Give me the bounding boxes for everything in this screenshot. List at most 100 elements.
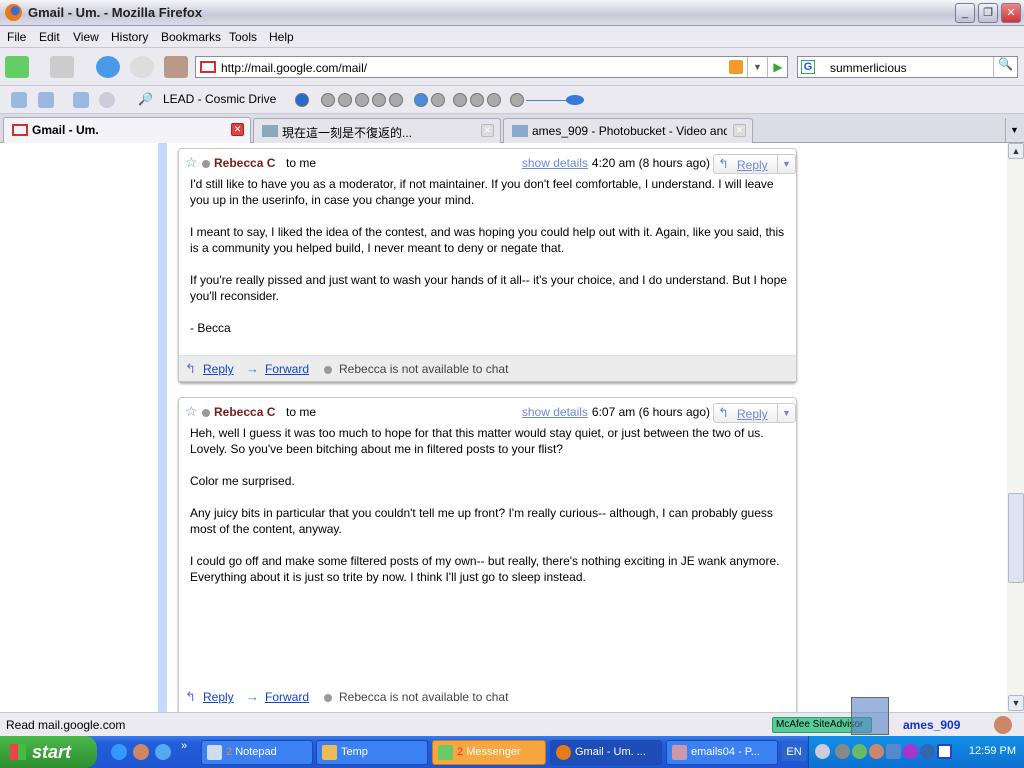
- google-icon[interactable]: G: [801, 60, 815, 74]
- eject-icon[interactable]: [453, 93, 467, 107]
- search-box[interactable]: G summerlicious 🔍: [797, 56, 1018, 78]
- task-notepad[interactable]: 2 Notepad: [201, 740, 313, 765]
- url-dropdown-icon[interactable]: ▼: [747, 57, 767, 77]
- pause-icon[interactable]: [355, 93, 369, 107]
- up-icon[interactable]: [470, 93, 484, 107]
- close-tab-icon[interactable]: ✕: [231, 123, 244, 136]
- volume-icon[interactable]: [510, 93, 524, 107]
- go-icon[interactable]: ▶: [767, 57, 788, 77]
- scroll-down-icon[interactable]: ▼: [1008, 695, 1024, 711]
- mail-icon[interactable]: [937, 744, 952, 759]
- close-tab-icon[interactable]: ✕: [481, 124, 494, 137]
- stop-media-icon[interactable]: [372, 93, 386, 107]
- tab-list-icon[interactable]: ▼: [1005, 118, 1023, 142]
- notepad-icon: [207, 745, 222, 760]
- back-icon[interactable]: [5, 56, 29, 78]
- history-icon[interactable]: [99, 92, 115, 108]
- reply-link[interactable]: Reply: [203, 690, 234, 704]
- message-header[interactable]: ☆ Rebecca C to me show details 6:07 am (6…: [179, 403, 796, 423]
- task-gmail-firefox[interactable]: Gmail - Um. ...: [550, 740, 662, 765]
- task-messenger[interactable]: 2 Messenger: [432, 740, 546, 765]
- quicklaunch-icon[interactable]: [155, 744, 171, 760]
- search-music-icon[interactable]: 🔎: [138, 92, 153, 106]
- scroll-up-icon[interactable]: ▲: [1008, 143, 1024, 159]
- more-options-icon[interactable]: ▼: [777, 404, 795, 422]
- upload-icon[interactable]: [431, 93, 445, 107]
- menu-file[interactable]: File: [7, 30, 26, 44]
- menu-bookmarks[interactable]: Bookmarks: [161, 30, 221, 44]
- restore-button[interactable]: ❐: [978, 3, 998, 23]
- search-icon[interactable]: 🔍: [993, 57, 1017, 77]
- next-icon[interactable]: [389, 93, 403, 107]
- minimize-button[interactable]: _: [955, 3, 975, 23]
- prev-icon[interactable]: [321, 93, 335, 107]
- url-bar[interactable]: http://mail.google.com/mail/ ▼ ▶: [195, 56, 788, 78]
- language-indicator[interactable]: EN: [782, 743, 806, 761]
- start-button[interactable]: start: [0, 736, 97, 768]
- tray-icon[interactable]: [903, 744, 918, 759]
- menu-help[interactable]: Help: [269, 30, 294, 44]
- close-button[interactable]: ✕: [1001, 3, 1021, 23]
- tab-journal[interactable]: 現在這一刻是不復返的... ✕: [253, 118, 501, 143]
- scrollbar-thumb[interactable]: [1008, 493, 1024, 583]
- message-header[interactable]: ☆ Rebecca C to me show details 4:20 am (8…: [179, 154, 796, 174]
- reload-icon[interactable]: [96, 56, 120, 78]
- new-item-icon[interactable]: [11, 92, 27, 108]
- sender-name[interactable]: Rebecca C: [214, 156, 275, 170]
- tab-gmail[interactable]: Gmail - Um. ✕: [3, 117, 251, 143]
- status-text: Read mail.google.com: [6, 718, 126, 732]
- down-icon[interactable]: [487, 93, 501, 107]
- show-details-link[interactable]: show details: [522, 156, 588, 170]
- menu-history[interactable]: History: [111, 30, 148, 44]
- new-tab-icon[interactable]: [38, 92, 54, 108]
- monkey-tray-icon[interactable]: [869, 744, 884, 759]
- reply-link[interactable]: Reply: [203, 362, 234, 376]
- forward-link[interactable]: Forward: [265, 690, 309, 704]
- ie-icon[interactable]: [111, 744, 127, 760]
- show-details-link[interactable]: show details: [522, 405, 588, 419]
- reply-button[interactable]: ↰ Reply ▼: [713, 154, 796, 174]
- url-text[interactable]: http://mail.google.com/mail/: [221, 61, 367, 75]
- tray-icon[interactable]: [920, 744, 935, 759]
- monkey-quicklaunch-icon[interactable]: [133, 744, 149, 760]
- gmail-conversation: ☆ Rebecca C to me show details 4:20 am (8…: [0, 143, 1007, 712]
- tray-expand-icon[interactable]: [815, 744, 830, 759]
- menu-edit[interactable]: Edit: [39, 30, 60, 44]
- itunes-icon[interactable]: [295, 93, 309, 107]
- more-options-icon[interactable]: ▼: [777, 155, 795, 173]
- download-icon[interactable]: [851, 697, 889, 735]
- quicklaunch-more-icon[interactable]: »: [181, 740, 187, 752]
- star-icon[interactable]: ☆: [185, 154, 198, 171]
- menu-tools[interactable]: Tools: [229, 30, 257, 44]
- forward-link[interactable]: Forward: [265, 362, 309, 376]
- user-link[interactable]: ames_909: [903, 718, 960, 732]
- recipient: to me: [286, 156, 317, 170]
- reply-button[interactable]: ↰ Reply ▼: [713, 403, 796, 423]
- message-time: 4:20 am (8 hours ago): [591, 156, 710, 170]
- bookmark-icon[interactable]: [73, 92, 89, 108]
- volume-slider-thumb[interactable]: [566, 95, 584, 105]
- star-icon[interactable]: ☆: [185, 403, 198, 420]
- tab-photobucket[interactable]: ames_909 - Photobucket - Video and I... …: [503, 118, 753, 143]
- vertical-scrollbar[interactable]: ▲ ▼: [1007, 143, 1024, 712]
- monkey-icon[interactable]: [994, 716, 1012, 734]
- window-title: Gmail - Um. - Mozilla Firefox: [28, 5, 203, 20]
- search-input[interactable]: summerlicious: [830, 61, 907, 75]
- play-icon[interactable]: [338, 93, 352, 107]
- message-body: I'd still like to have you as a moderato…: [190, 177, 787, 335]
- stop-icon[interactable]: [130, 56, 154, 78]
- task-temp[interactable]: Temp: [316, 740, 428, 765]
- close-tab-icon[interactable]: ✕: [733, 124, 746, 137]
- forward-icon[interactable]: [50, 56, 74, 78]
- music-note-icon[interactable]: [414, 93, 428, 107]
- task-emails[interactable]: emails04 - P...: [666, 740, 778, 765]
- tray-icon[interactable]: [835, 744, 850, 759]
- messenger-tray-icon[interactable]: [852, 744, 867, 759]
- sender-name[interactable]: Rebecca C: [214, 405, 275, 419]
- network-icon[interactable]: [886, 744, 901, 759]
- chat-status-icon: [202, 409, 210, 417]
- home-icon[interactable]: [164, 56, 188, 78]
- system-tray: 12:59 PM: [808, 736, 1024, 768]
- rss-icon[interactable]: [729, 60, 743, 74]
- menu-view[interactable]: View: [73, 30, 99, 44]
